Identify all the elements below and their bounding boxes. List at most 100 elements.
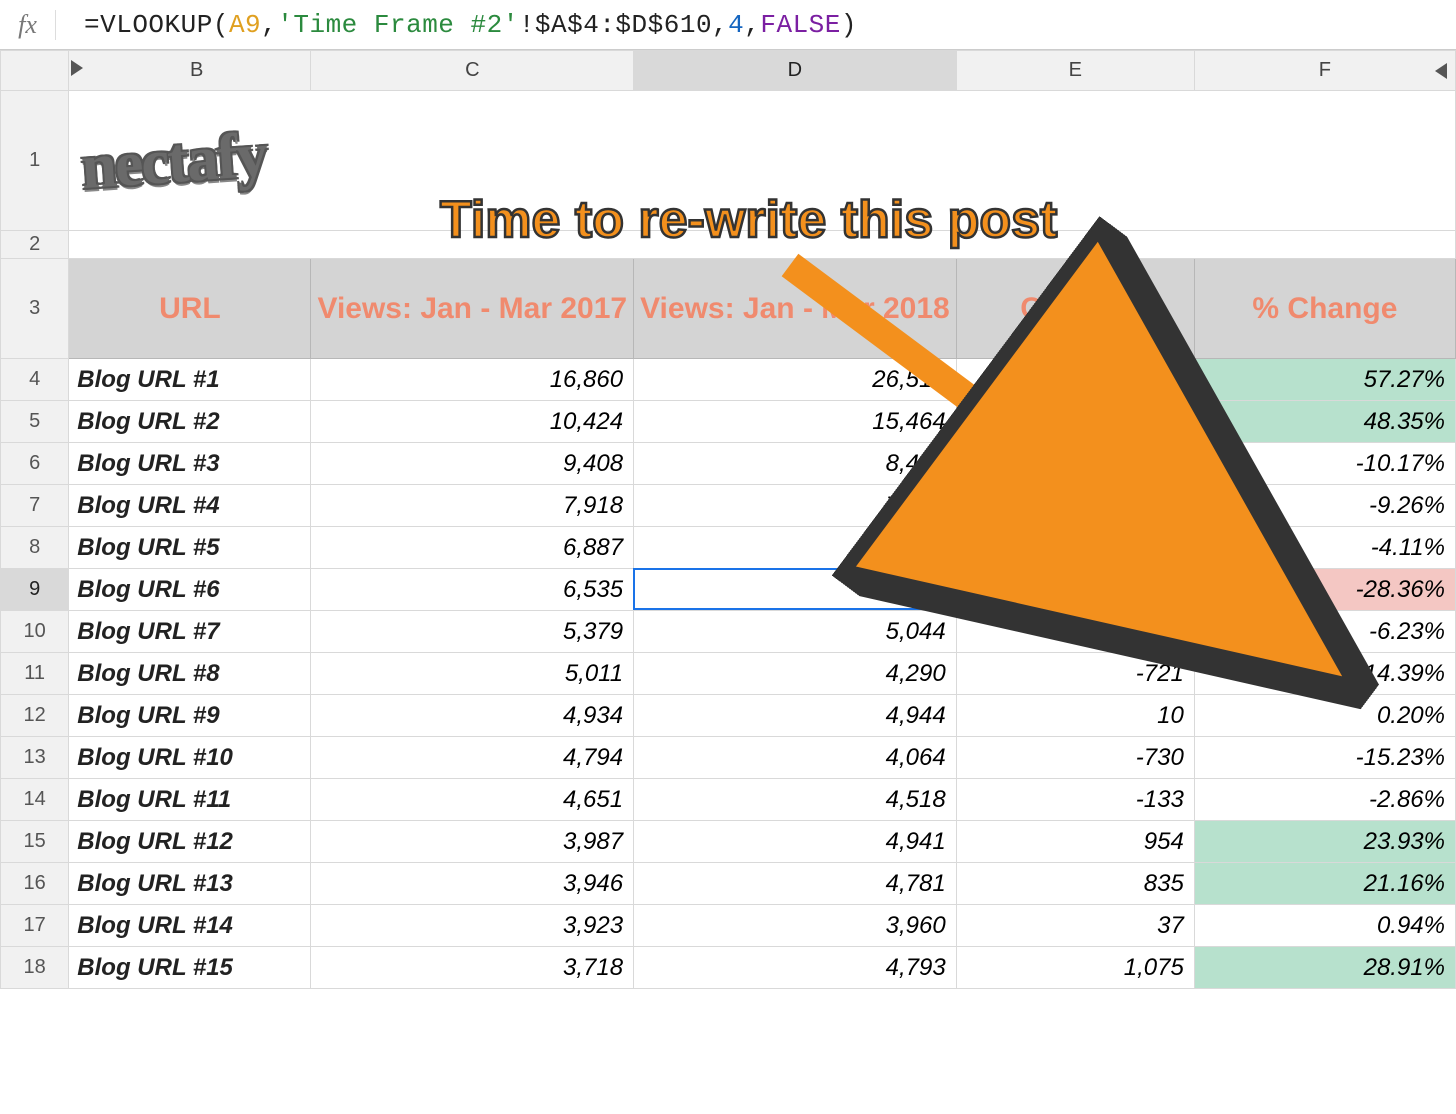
cell-views-2017[interactable]: 5,379 xyxy=(311,611,634,653)
select-all-corner[interactable] xyxy=(1,51,69,91)
cell-url[interactable]: Blog URL #11 xyxy=(69,779,311,821)
row-header[interactable]: 17 xyxy=(1,905,69,947)
header-views-2018[interactable]: Views: Jan - Mar 2018 xyxy=(634,259,957,359)
cell-views-2018[interactable]: 6,604 xyxy=(634,527,957,569)
cell-views-2017[interactable]: 6,535 xyxy=(311,569,634,611)
cell-pct-change[interactable]: -6.23% xyxy=(1194,611,1455,653)
cell-change[interactable]: -730 xyxy=(956,737,1194,779)
cell-views-2018[interactable]: 4,518 xyxy=(634,779,957,821)
cell-views-2018[interactable]: 4,682 xyxy=(634,569,957,611)
row-header[interactable]: 13 xyxy=(1,737,69,779)
cell-url[interactable]: Blog URL #5 xyxy=(69,527,311,569)
cell-views-2017[interactable]: 9,408 xyxy=(311,443,634,485)
cell-views-2018[interactable]: 4,064 xyxy=(634,737,957,779)
cell-views-2018[interactable]: 4,941 xyxy=(634,821,957,863)
cell-pct-change[interactable]: -10.17% xyxy=(1194,443,1455,485)
cell-url[interactable]: Blog URL #7 xyxy=(69,611,311,653)
spreadsheet-grid[interactable]: B C D E F 1 nectafy 2 3 URL Views: Jan -… xyxy=(0,50,1456,989)
cell-change[interactable]: 835 xyxy=(956,863,1194,905)
cell-views-2017[interactable]: 7,918 xyxy=(311,485,634,527)
cell-views-2017[interactable]: 3,946 xyxy=(311,863,634,905)
cell-views-2018[interactable]: 15,464 xyxy=(634,401,957,443)
cell-change[interactable]: -283 xyxy=(956,527,1194,569)
header-views-2017[interactable]: Views: Jan - Mar 2017 xyxy=(311,259,634,359)
cell-change[interactable]: 37 xyxy=(956,905,1194,947)
cell-change[interactable]: -721 xyxy=(956,653,1194,695)
row-header[interactable]: 10 xyxy=(1,611,69,653)
cell-views-2017[interactable]: 4,651 xyxy=(311,779,634,821)
row-header[interactable]: 9 xyxy=(1,569,69,611)
cell-views-2018[interactable]: 4,290 xyxy=(634,653,957,695)
col-header-f[interactable]: F xyxy=(1194,51,1455,91)
cell-views-2017[interactable]: 6,887 xyxy=(311,527,634,569)
cell-url[interactable]: Blog URL #2 xyxy=(69,401,311,443)
row-header[interactable]: 7 xyxy=(1,485,69,527)
cell-pct-change[interactable]: -14.39% xyxy=(1194,653,1455,695)
cell-change[interactable]: 1,075 xyxy=(956,947,1194,989)
row-header[interactable]: 16 xyxy=(1,863,69,905)
header-change[interactable]: Change xyxy=(956,259,1194,359)
cell-change[interactable]: -1,853 xyxy=(956,569,1194,611)
cell-url[interactable]: Blog URL #12 xyxy=(69,821,311,863)
cell-url[interactable]: Blog URL #3 xyxy=(69,443,311,485)
cell-url[interactable]: Blog URL #6 xyxy=(69,569,311,611)
cell-views-2017[interactable]: 4,934 xyxy=(311,695,634,737)
cell-views-2018[interactable]: 26,516 xyxy=(634,359,957,401)
cell-views-2017[interactable]: 10,424 xyxy=(311,401,634,443)
col-header-e[interactable]: E xyxy=(956,51,1194,91)
cell-change[interactable]: 10 xyxy=(956,695,1194,737)
cell-views-2018[interactable]: 4,781 xyxy=(634,863,957,905)
formula-input[interactable]: =VLOOKUP(A9,'Time Frame #2'!$A$4:$D$610,… xyxy=(56,10,1448,40)
scroll-left-icon[interactable] xyxy=(69,51,83,91)
cell-pct-change[interactable]: 21.16% xyxy=(1194,863,1455,905)
cell-pct-change[interactable]: -2.86% xyxy=(1194,779,1455,821)
cell-pct-change[interactable]: 28.91% xyxy=(1194,947,1455,989)
cell-views-2018[interactable]: 3,960 xyxy=(634,905,957,947)
cell-url[interactable]: Blog URL #10 xyxy=(69,737,311,779)
cell-change[interactable]: -957 xyxy=(956,443,1194,485)
cell-url[interactable]: Blog URL #4 xyxy=(69,485,311,527)
cell-change[interactable]: 5,040 xyxy=(956,401,1194,443)
cell-change[interactable]: 954 xyxy=(956,821,1194,863)
header-pct-change[interactable]: % Change xyxy=(1194,259,1455,359)
cell-pct-change[interactable]: 57.27% xyxy=(1194,359,1455,401)
cell-url[interactable]: Blog URL #9 xyxy=(69,695,311,737)
row-header[interactable]: 3 xyxy=(1,259,69,359)
row-header[interactable]: 12 xyxy=(1,695,69,737)
cell-url[interactable]: Blog URL #1 xyxy=(69,359,311,401)
cell-views-2018[interactable]: 8,451 xyxy=(634,443,957,485)
cell-views-2018[interactable]: 4,793 xyxy=(634,947,957,989)
cell-change[interactable]: 9,656 xyxy=(956,359,1194,401)
cell-views-2017[interactable]: 3,923 xyxy=(311,905,634,947)
row-header[interactable]: 5 xyxy=(1,401,69,443)
cell-change[interactable]: -335 xyxy=(956,611,1194,653)
cell-views-2017[interactable]: 3,718 xyxy=(311,947,634,989)
row-header[interactable]: 14 xyxy=(1,779,69,821)
header-url[interactable]: URL xyxy=(69,259,311,359)
cell-pct-change[interactable]: 48.35% xyxy=(1194,401,1455,443)
cell-views-2018[interactable]: 4,944 xyxy=(634,695,957,737)
cell-url[interactable]: Blog URL #14 xyxy=(69,905,311,947)
cell-url[interactable]: Blog URL #15 xyxy=(69,947,311,989)
cell-pct-change[interactable]: -28.36% xyxy=(1194,569,1455,611)
row-header[interactable]: 15 xyxy=(1,821,69,863)
cell-pct-change[interactable]: -9.26% xyxy=(1194,485,1455,527)
cell-pct-change[interactable]: -4.11% xyxy=(1194,527,1455,569)
logo-cell[interactable]: nectafy xyxy=(69,91,1456,231)
col-header-d[interactable]: D xyxy=(634,51,957,91)
cell-url[interactable]: Blog URL #13 xyxy=(69,863,311,905)
cell-views-2017[interactable]: 4,794 xyxy=(311,737,634,779)
row-header[interactable]: 2 xyxy=(1,231,69,259)
row-header[interactable]: 11 xyxy=(1,653,69,695)
cell-pct-change[interactable]: 0.20% xyxy=(1194,695,1455,737)
row-header[interactable]: 1 xyxy=(1,91,69,231)
cell[interactable] xyxy=(69,231,1456,259)
cell-views-2017[interactable]: 5,011 xyxy=(311,653,634,695)
col-header-c[interactable]: C xyxy=(311,51,634,91)
row-header[interactable]: 18 xyxy=(1,947,69,989)
cell-url[interactable]: Blog URL #8 xyxy=(69,653,311,695)
cell-views-2017[interactable]: 16,860 xyxy=(311,359,634,401)
cell-views-2018[interactable]: 5,044 xyxy=(634,611,957,653)
row-header[interactable]: 4 xyxy=(1,359,69,401)
cell-change[interactable]: -733 xyxy=(956,485,1194,527)
